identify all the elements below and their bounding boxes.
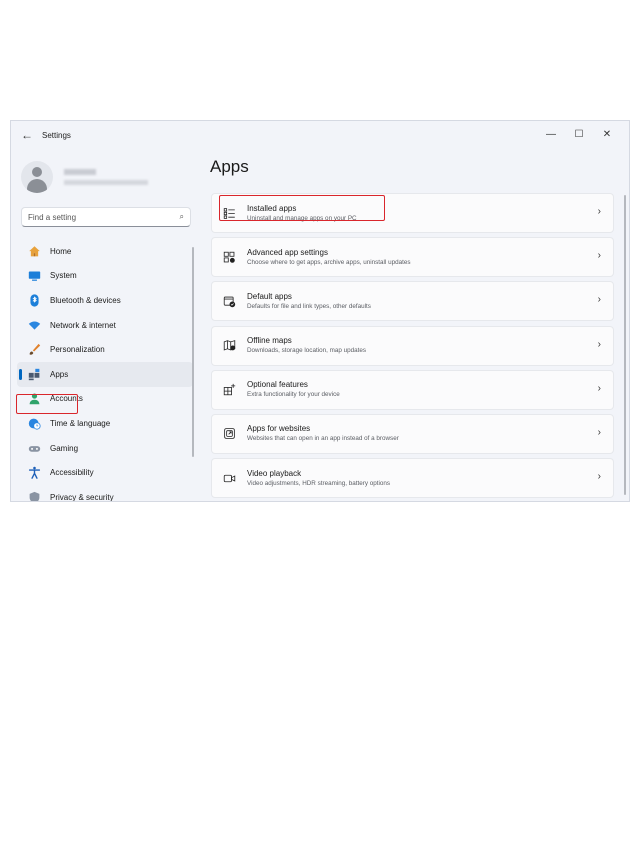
- shield-icon: [27, 490, 41, 501]
- card-subtitle: Video adjustments, HDR streaming, batter…: [247, 479, 391, 487]
- main-content: Apps Installed apps Uninstall and manage…: [210, 151, 629, 501]
- sidebar-nav: Home System Bluetooth & devices Network …: [17, 239, 193, 502]
- card-text: Offline maps Downloads, storage location…: [247, 336, 366, 355]
- app-settings-icon: [222, 250, 236, 264]
- chevron-right-icon: ›: [597, 426, 601, 438]
- avatar: [21, 161, 53, 193]
- card-subtitle: Extra functionality for your device: [247, 391, 340, 399]
- page-title: Apps: [210, 157, 249, 176]
- user-profile[interactable]: [21, 159, 191, 195]
- settings-card-list: Installed apps Uninstall and manage apps…: [211, 193, 614, 501]
- apps-icon: [27, 367, 41, 381]
- sidebar-item-time-language[interactable]: Time & language: [17, 411, 193, 436]
- list-icon: [222, 206, 236, 220]
- avatar-head: [32, 167, 42, 177]
- sidebar-item-label: Bluetooth & devices: [50, 295, 121, 305]
- sidebar-item-label: Apps: [50, 369, 69, 379]
- default-apps-icon: [222, 294, 236, 308]
- sidebar-item-label: Gaming: [50, 443, 79, 453]
- blurred-user-name: [64, 169, 96, 175]
- card-title: Default apps: [247, 291, 292, 301]
- card-offline-maps[interactable]: Offline maps Downloads, storage location…: [211, 325, 614, 366]
- settings-window: ← Settings — ☐ ✕ ⌕ Home: [10, 120, 630, 502]
- chevron-right-icon: ›: [597, 294, 601, 306]
- card-default-apps[interactable]: Default apps Defaults for file and link …: [211, 281, 614, 322]
- card-video-playback[interactable]: Video playback Video adjustments, HDR st…: [211, 458, 614, 499]
- sidebar-item-label: Accounts: [50, 394, 83, 404]
- brush-icon: [27, 343, 41, 357]
- person-icon: [27, 392, 41, 406]
- card-apps-for-websites[interactable]: Apps for websites Websites that can open…: [211, 413, 614, 454]
- grid-plus-icon: [222, 383, 236, 397]
- sidebar-item-system[interactable]: System: [17, 264, 193, 289]
- sidebar-item-personalization[interactable]: Personalization: [17, 337, 193, 362]
- search-box[interactable]: ⌕: [21, 207, 191, 227]
- sidebar-item-accounts[interactable]: Accounts: [17, 387, 193, 412]
- sidebar-item-accessibility[interactable]: Accessibility: [17, 460, 193, 485]
- chevron-right-icon: ›: [597, 338, 601, 350]
- sidebar-item-label: Network & internet: [50, 320, 116, 330]
- card-title: Optional features: [247, 380, 308, 390]
- maximize-button[interactable]: ☐: [565, 125, 593, 143]
- card-title: Video playback: [247, 468, 302, 478]
- back-arrow-icon[interactable]: ←: [21, 128, 33, 142]
- video-icon: [222, 471, 236, 485]
- home-icon: [27, 244, 41, 258]
- globe-clock-icon: [27, 416, 41, 430]
- card-title: Apps for websites: [247, 424, 311, 434]
- card-text: Installed apps Uninstall and manage apps…: [247, 204, 357, 223]
- sidebar-item-label: Privacy & security: [50, 492, 114, 502]
- chevron-right-icon: ›: [597, 382, 601, 394]
- sidebar-item-home[interactable]: Home: [17, 239, 193, 264]
- sidebar-item-privacy[interactable]: Privacy & security: [17, 485, 193, 502]
- sidebar-item-gaming[interactable]: Gaming: [17, 436, 193, 461]
- card-title: Offline maps: [247, 336, 292, 346]
- card-text: Apps for websites Websites that can open…: [247, 424, 399, 443]
- card-subtitle: Websites that can open in an app instead…: [247, 435, 399, 443]
- wifi-icon: [27, 318, 41, 332]
- close-button[interactable]: ✕: [593, 125, 621, 143]
- card-text: Default apps Defaults for file and link …: [247, 292, 371, 311]
- chevron-right-icon: ›: [597, 471, 601, 483]
- card-subtitle: Defaults for file and link types, other …: [247, 302, 371, 310]
- minimize-button[interactable]: —: [537, 125, 565, 143]
- avatar-body: [27, 179, 47, 193]
- card-text: Optional features Extra functionality fo…: [247, 380, 340, 399]
- search-icon[interactable]: ⌕: [180, 212, 184, 222]
- sidebar-item-label: Home: [50, 246, 72, 256]
- sidebar-item-network[interactable]: Network & internet: [17, 313, 193, 338]
- sidebar-item-label: Time & language: [50, 418, 111, 428]
- accessibility-icon: [27, 466, 41, 480]
- title-bar: ← Settings — ☐ ✕: [11, 121, 629, 151]
- chevron-right-icon: ›: [597, 250, 601, 262]
- card-title: Installed apps: [247, 203, 297, 213]
- main-scrollbar[interactable]: [624, 195, 626, 495]
- window-controls: — ☐ ✕: [537, 125, 621, 143]
- sidebar-item-label: Personalization: [50, 345, 105, 355]
- card-text: Video playback Video adjustments, HDR st…: [247, 469, 390, 488]
- map-icon: [222, 339, 236, 353]
- sidebar-item-apps[interactable]: Apps: [17, 361, 193, 387]
- card-subtitle: Downloads, storage location, map updates: [247, 347, 367, 355]
- bluetooth-icon: [27, 293, 41, 307]
- card-advanced-app-settings[interactable]: Advanced app settings Choose where to ge…: [211, 237, 614, 278]
- sidebar-item-bluetooth[interactable]: Bluetooth & devices: [17, 288, 193, 313]
- card-text: Advanced app settings Choose where to ge…: [247, 248, 410, 267]
- blurred-user-email: [64, 180, 148, 185]
- card-subtitle: Choose where to get apps, archive apps, …: [247, 258, 411, 266]
- sidebar-item-label: System: [50, 271, 77, 281]
- card-subtitle: Uninstall and manage apps on your PC: [247, 214, 357, 222]
- search-input[interactable]: [28, 212, 180, 222]
- sidebar: ⌕ Home System Bluetooth & devices: [11, 151, 201, 502]
- sidebar-item-label: Accessibility: [50, 468, 94, 478]
- system-icon: [27, 269, 41, 283]
- sidebar-scrollbar[interactable]: [192, 247, 194, 457]
- window-title: Settings: [42, 131, 71, 140]
- card-installed-apps[interactable]: Installed apps Uninstall and manage apps…: [211, 193, 614, 233]
- card-optional-features[interactable]: Optional features Extra functionality fo…: [211, 369, 614, 410]
- card-title: Advanced app settings: [247, 247, 328, 257]
- link-app-icon: [222, 427, 236, 441]
- gamepad-icon: [27, 441, 41, 455]
- chevron-right-icon: ›: [597, 206, 601, 217]
